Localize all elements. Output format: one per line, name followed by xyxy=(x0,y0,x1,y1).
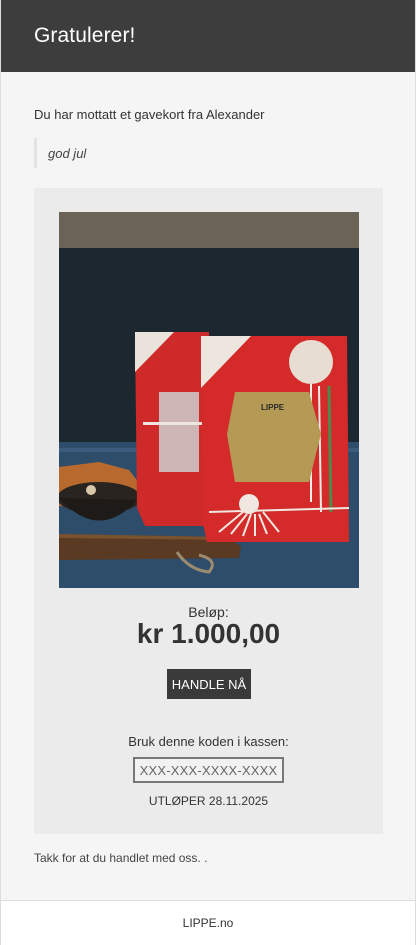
thank-you-text: Takk for at du handlet med oss. . xyxy=(34,851,208,865)
store-link[interactable]: LIPPE.no xyxy=(183,916,234,930)
shop-now-button[interactable]: HANDLE NÅ xyxy=(167,669,251,699)
footer: LIPPE.no xyxy=(1,900,415,945)
gift-card: LIPPE Beløp: kr 1.000,00 HANDLE NÅ Bruk … xyxy=(34,188,383,834)
product-image: LIPPE xyxy=(59,212,359,588)
header-bar: Gratulerer! xyxy=(1,0,415,72)
gift-code: XXX-XXX-XXXX-XXXX xyxy=(133,757,284,783)
product-photo: LIPPE xyxy=(59,212,359,588)
personal-note-text: god jul xyxy=(48,145,87,161)
expiry-date: UTLØPER 28.11.2025 xyxy=(148,794,269,808)
page-title: Gratulerer! xyxy=(34,24,136,47)
email-page: Gratulerer! Du har mottatt et gavekort f… xyxy=(0,0,416,945)
gift-card-amount: kr 1.000,00 xyxy=(136,618,281,649)
bag-brand-label: LIPPE xyxy=(261,403,285,412)
gift-message: Du har mottatt et gavekort fra Alexander xyxy=(34,107,265,122)
code-instruction: Bruk denne koden i kassen: xyxy=(128,734,289,749)
personal-note: god jul xyxy=(34,138,374,168)
